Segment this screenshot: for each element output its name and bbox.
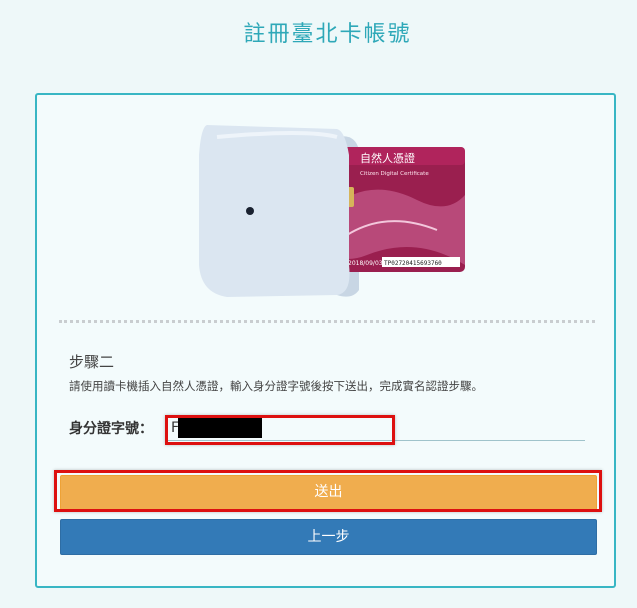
registration-card: 自然人憑證 Citizen Digital Certificate 東 2018… (35, 93, 616, 588)
card-subtitle-text: Citizen Digital Certificate (360, 171, 429, 177)
back-button[interactable]: 上一步 (60, 519, 597, 555)
card-serial-text: TP02720415693760 (384, 260, 442, 267)
card-reader-illustration: 自然人憑證 Citizen Digital Certificate 東 2018… (199, 125, 465, 297)
input-highlight-box (165, 415, 395, 445)
id-number-label: 身分證字號： (69, 421, 153, 437)
reader-led (246, 207, 254, 215)
reader-body (199, 125, 350, 297)
citizen-certificate-card: 自然人憑證 Citizen Digital Certificate 東 2018… (330, 147, 465, 272)
step-description: 請使用讀卡機插入自然人憑證，輸入身分證字號後按下送出，完成實名認證步驟。 (69, 379, 483, 393)
dotted-divider (59, 320, 595, 323)
step-title: 步驟二 (69, 353, 115, 371)
card-date-text: 2018/09/03 (348, 260, 383, 267)
page-title: 註冊臺北卡帳號 (243, 22, 412, 47)
card-title-text: 自然人憑證 (360, 151, 415, 165)
submit-highlight-box (54, 470, 602, 512)
